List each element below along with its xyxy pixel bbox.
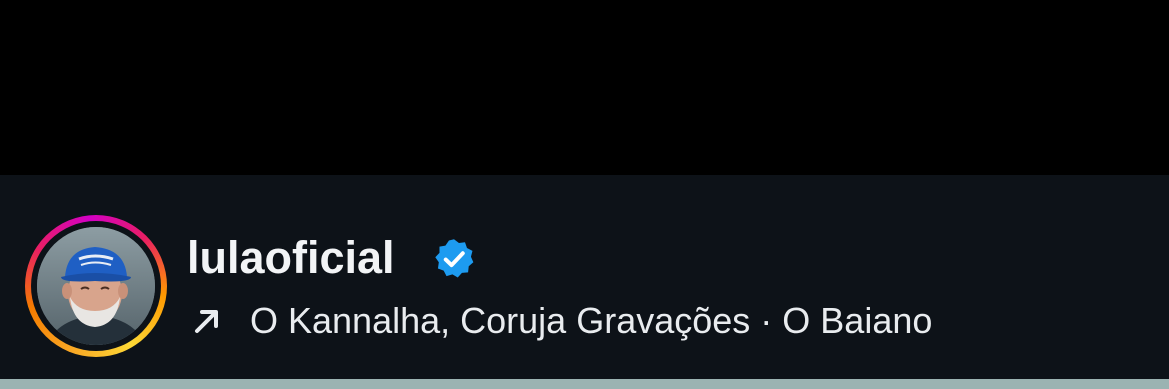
profile-avatar[interactable]: [37, 227, 155, 345]
arrow-up-right-icon: [195, 310, 218, 333]
avatar-image: [37, 227, 155, 345]
media-area-top: [0, 0, 1169, 175]
username[interactable]: lulaoficial: [187, 228, 395, 288]
post-header: [0, 175, 1169, 379]
story-ring[interactable]: [25, 215, 167, 357]
audio-attribution[interactable]: O Kannalha, Coruja Gravações · O Baiano: [190, 296, 932, 346]
audio-separator: ·: [760, 300, 773, 341]
audio-artists: O Kannalha, Coruja Gravações: [250, 300, 751, 341]
media-area-bottom: [0, 379, 1169, 389]
audio-track: O Baiano: [782, 300, 933, 341]
verified-badge-icon: [435, 239, 474, 278]
